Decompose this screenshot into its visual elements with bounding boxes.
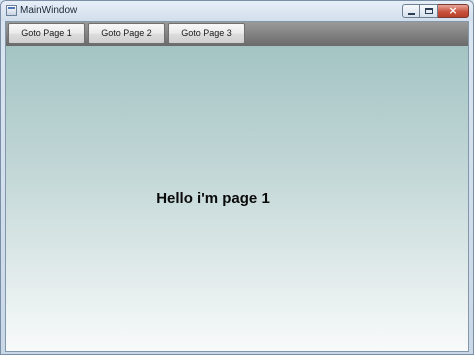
goto-page-1-button[interactable]: Goto Page 1 (8, 23, 85, 44)
client-area: Goto Page 1 Goto Page 2 Goto Page 3 Hell… (5, 21, 469, 352)
minimize-button[interactable] (402, 4, 420, 18)
title-bar[interactable]: MainWindow × (1, 1, 473, 21)
goto-page-2-button[interactable]: Goto Page 2 (88, 23, 165, 44)
page-content-frame: Hello i'm page 1 (6, 46, 468, 351)
caption-buttons: × (402, 4, 469, 18)
page-heading: Hello i'm page 1 (156, 190, 270, 207)
main-window: MainWindow × Goto Page 1 Goto Page 2 Got… (0, 0, 474, 355)
maximize-button[interactable] (420, 4, 438, 18)
maximize-icon (425, 8, 433, 14)
close-button[interactable]: × (438, 4, 469, 18)
navigation-toolbar: Goto Page 1 Goto Page 2 Goto Page 3 (6, 22, 468, 46)
window-title: MainWindow (20, 5, 78, 16)
app-window-icon[interactable] (6, 5, 17, 16)
minimize-icon (408, 13, 415, 15)
goto-page-3-button[interactable]: Goto Page 3 (168, 23, 245, 44)
close-icon: × (448, 4, 458, 17)
